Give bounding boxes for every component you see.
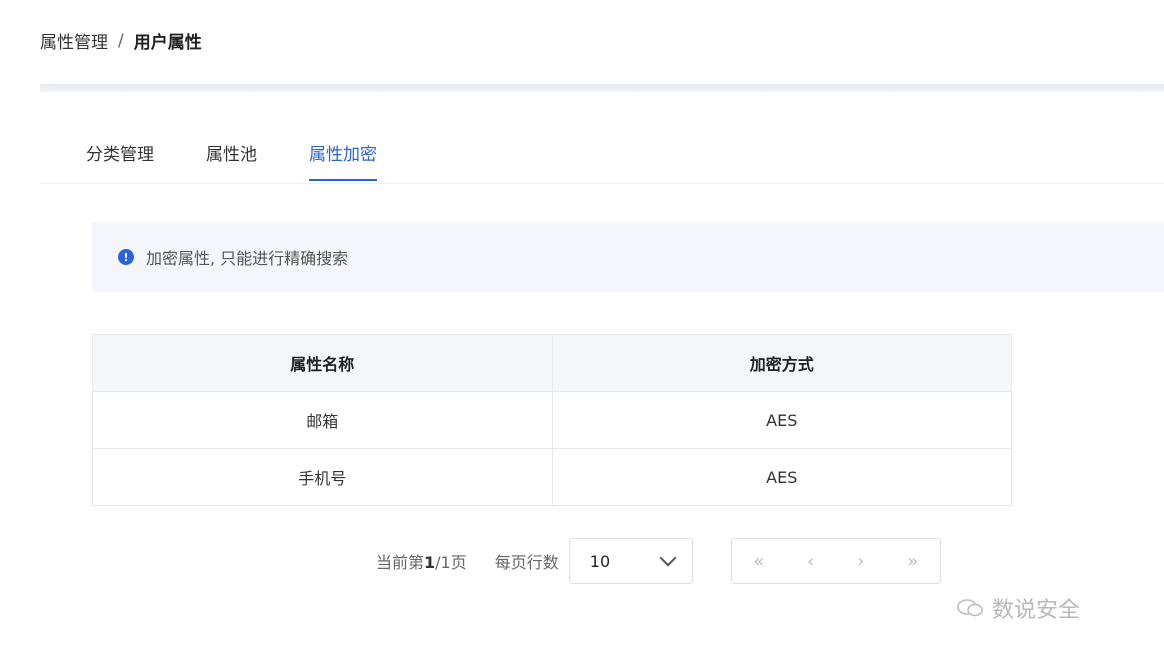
watermark: 数说安全	[956, 592, 1080, 624]
tab-divider	[40, 183, 1164, 184]
page-info-suffix: 页	[450, 553, 467, 572]
column-header-encryption-method: 加密方式	[551, 334, 1012, 392]
cell-attribute-name: 手机号	[92, 448, 553, 506]
cell-encryption-method: AES	[551, 448, 1012, 506]
tab-bar: 分类管理 属性池 属性加密	[86, 140, 429, 181]
current-page: 1	[424, 553, 436, 572]
table-row: 手机号 AES	[92, 448, 1012, 506]
last-page-icon[interactable]: »	[901, 551, 924, 572]
alert-text: 加密属性, 只能进行精确搜索	[146, 249, 349, 268]
page-size-value: 10	[589, 551, 611, 571]
breadcrumb-current: 用户属性	[133, 33, 202, 53]
pagination: 当前第1/1页 每页行数 10 « ‹ › »	[376, 537, 941, 585]
tab-attribute-pool[interactable]: 属性池	[206, 140, 257, 181]
cell-attribute-name: 邮箱	[92, 391, 553, 449]
info-icon: !	[118, 249, 134, 265]
breadcrumb: 属性管理 / 用户属性	[40, 28, 202, 54]
cell-encryption-method: AES	[551, 391, 1012, 449]
table-row: 邮箱 AES	[92, 391, 1012, 449]
first-page-icon[interactable]: «	[747, 551, 770, 572]
encryption-table: 属性名称 加密方式 邮箱 AES 手机号 AES	[92, 334, 1012, 506]
tab-attribute-encryption[interactable]: 属性加密	[309, 140, 377, 181]
page-info: 当前第1/1页	[376, 549, 467, 573]
breadcrumb-parent[interactable]: 属性管理	[40, 28, 108, 53]
breadcrumb-separator: /	[118, 30, 124, 51]
total-pages: 1	[440, 553, 451, 572]
next-page-icon[interactable]: ›	[851, 551, 870, 572]
page-size-label: 每页行数	[494, 553, 559, 572]
page-size-select[interactable]: 10	[568, 538, 693, 584]
page-nav: « ‹ › »	[730, 538, 941, 584]
column-header-attribute-name: 属性名称	[92, 334, 553, 392]
page-info-prefix: 当前第	[376, 553, 425, 572]
chevron-down-icon	[659, 549, 677, 567]
info-alert: ! 加密属性, 只能进行精确搜索	[92, 222, 1164, 292]
tab-category-management[interactable]: 分类管理	[86, 140, 154, 181]
prev-page-icon[interactable]: ‹	[801, 551, 820, 572]
wechat-icon	[957, 599, 983, 617]
table-header-row: 属性名称 加密方式	[92, 334, 1012, 392]
watermark-text: 数说安全	[992, 598, 1081, 623]
